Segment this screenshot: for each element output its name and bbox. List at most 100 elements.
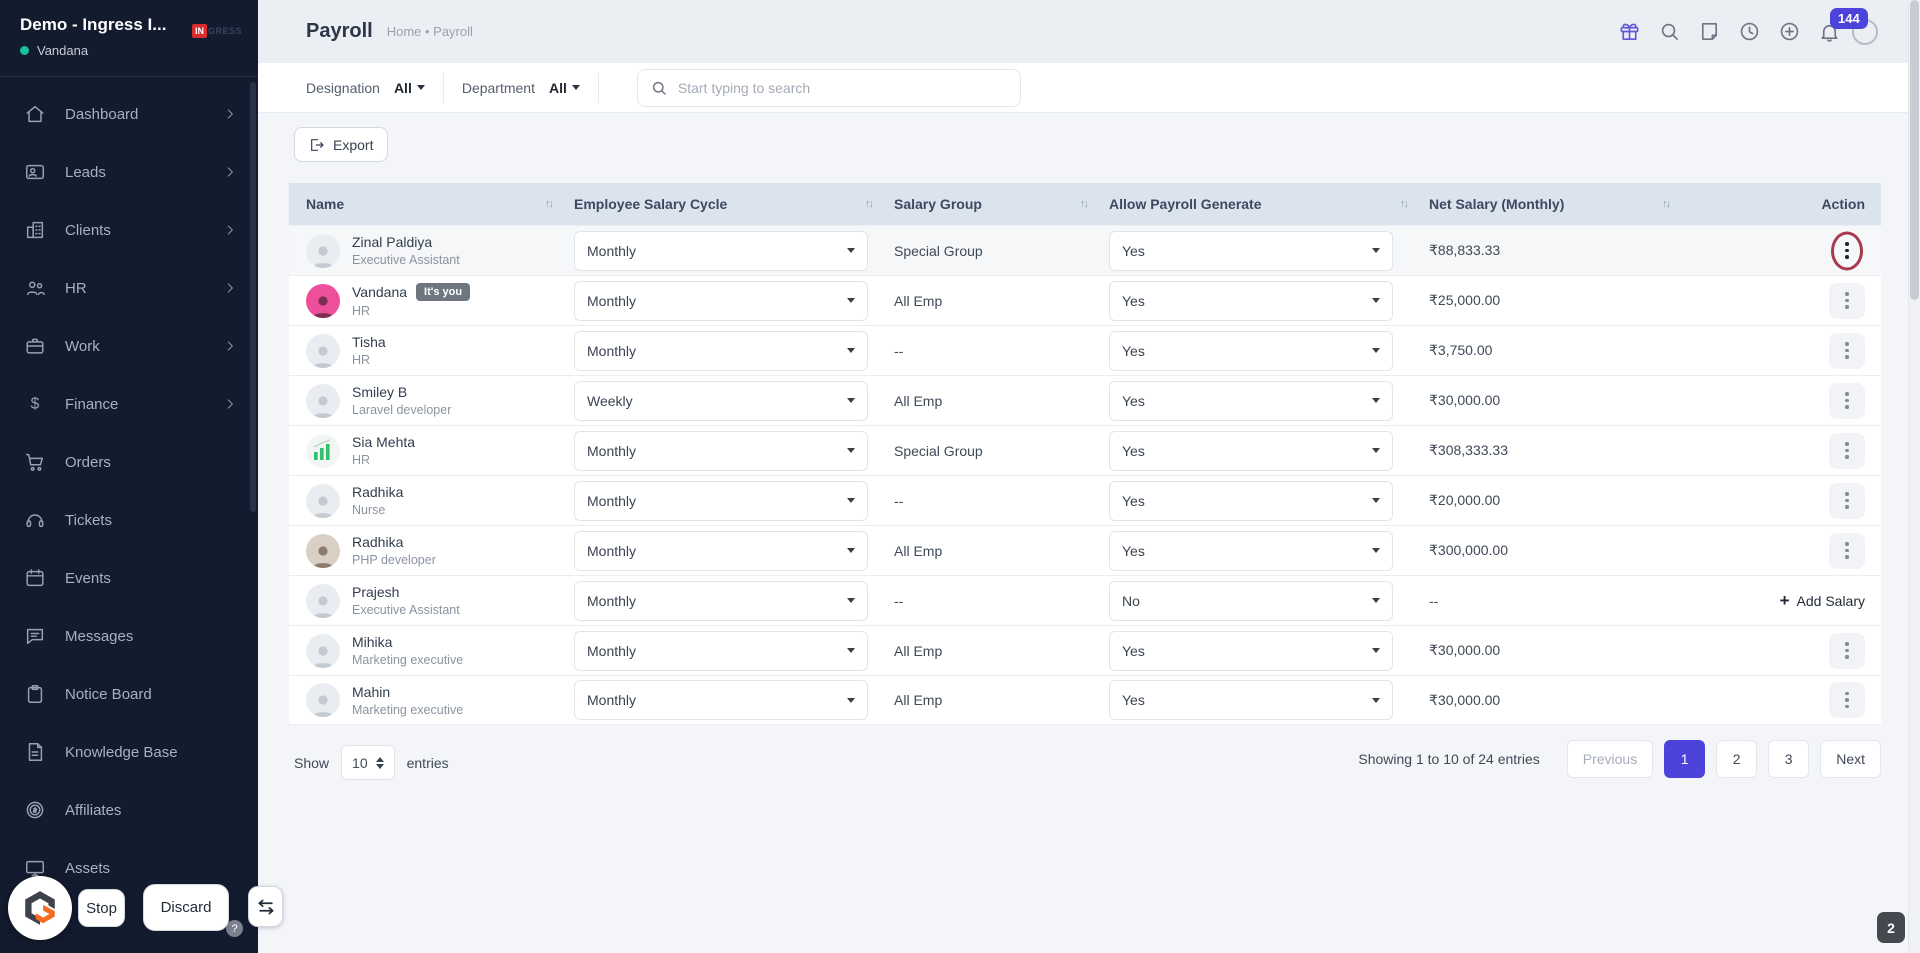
salary-cycle-select[interactable]: Monthly (574, 480, 868, 521)
header-icons: 144 (1618, 8, 1878, 45)
sidebar-item-notice-board[interactable]: Notice Board (0, 665, 258, 723)
department-dropdown[interactable]: All (549, 80, 580, 96)
allow-payroll-select[interactable]: Yes (1109, 530, 1393, 571)
row-actions-menu-icon[interactable] (1829, 382, 1865, 419)
salary-cycle-select[interactable]: Monthly (574, 280, 868, 321)
row-actions-menu-icon[interactable] (1829, 282, 1865, 319)
net-salary-value: ₹30,000.00 (1429, 392, 1501, 408)
row-actions-menu-icon[interactable] (1829, 482, 1865, 519)
sidebar-item-knowledge-base[interactable]: Knowledge Base (0, 723, 258, 781)
sidebar-scrollbar[interactable] (250, 82, 256, 512)
sidebar-item-finance[interactable]: $ Finance (0, 375, 258, 433)
allow-payroll-select[interactable]: Yes (1109, 480, 1393, 521)
chevron-down-icon (1372, 298, 1380, 303)
allow-payroll-value: Yes (1122, 642, 1145, 659)
sort-icon[interactable]: ↑↓ (1080, 198, 1089, 210)
sidebar-item-label: Dashboard (65, 105, 139, 123)
salary-cycle-select[interactable]: Monthly (574, 430, 868, 471)
salary-cycle-value: Monthly (587, 692, 637, 708)
online-status-dot (20, 46, 29, 55)
table-row: Mahin Marketing executive Monthly All Emp Ye… (289, 675, 1881, 725)
allow-payroll-select[interactable]: Yes (1109, 280, 1393, 321)
export-button[interactable]: Export (294, 127, 389, 162)
sidebar-item-tickets[interactable]: Tickets (0, 491, 258, 549)
sidebar-item-events[interactable]: Events (0, 549, 258, 607)
sort-icon[interactable]: ↑↓ (1662, 198, 1671, 210)
column-header-group[interactable]: Salary Group (894, 196, 982, 212)
allow-payroll-value: Yes (1122, 242, 1145, 259)
salary-cycle-value: Monthly (587, 342, 637, 359)
sort-icon[interactable]: ↑↓ (865, 198, 874, 210)
sidebar-item-label: Leads (65, 163, 106, 181)
sort-icon[interactable]: ↑↓ (545, 198, 554, 210)
page-scrollbar[interactable] (1908, 0, 1920, 953)
allow-payroll-select[interactable]: Yes (1109, 330, 1393, 371)
allow-payroll-select[interactable]: Yes (1109, 630, 1393, 671)
discard-button[interactable]: Discard (143, 884, 229, 931)
allow-payroll-select[interactable]: Yes (1109, 680, 1393, 720)
sidebar-item-leads[interactable]: Leads (0, 143, 258, 201)
row-actions-menu-icon[interactable] (1829, 231, 1865, 270)
allow-payroll-select[interactable]: Yes (1109, 230, 1393, 271)
salary-cycle-select[interactable]: Monthly (574, 530, 868, 571)
avatar (306, 333, 340, 368)
column-header-salary[interactable]: Net Salary (Monthly) (1429, 196, 1564, 212)
sidebar-item-dashboard[interactable]: Dashboard (0, 85, 258, 143)
row-actions-menu-icon[interactable] (1829, 332, 1865, 369)
salary-cycle-select[interactable]: Monthly (574, 230, 868, 271)
search-icon[interactable] (1658, 20, 1681, 43)
sidebar-item-clients[interactable]: Clients (0, 201, 258, 259)
column-header-name[interactable]: Name (306, 196, 344, 212)
note-icon[interactable] (1698, 20, 1721, 43)
page-button-1[interactable]: 1 (1664, 740, 1706, 778)
bell-icon[interactable]: 144 (1818, 8, 1868, 43)
avatar (306, 633, 340, 668)
next-page-button[interactable]: Next (1820, 740, 1881, 778)
salary-cycle-select[interactable]: Monthly (574, 330, 868, 371)
salary-cycle-select[interactable]: Monthly (574, 680, 868, 720)
stop-button[interactable]: Stop (78, 889, 125, 927)
previous-page-button[interactable]: Previous (1566, 740, 1654, 778)
sidebar-item-label: Clients (65, 221, 111, 239)
add-salary-button[interactable]: + Add Salary (1780, 592, 1865, 609)
salary-group-value: -- (894, 492, 904, 509)
search-input[interactable] (677, 79, 1008, 96)
designation-dropdown[interactable]: All (394, 80, 425, 96)
sort-icon[interactable]: ↑↓ (1400, 198, 1409, 210)
chevron-down-icon (847, 448, 855, 453)
allow-payroll-select[interactable]: Yes (1109, 380, 1393, 421)
plus-circle-icon[interactable] (1778, 20, 1801, 43)
clock-icon[interactable] (1738, 20, 1761, 43)
sidebar-item-work[interactable]: Work (0, 317, 258, 375)
sidebar-item-messages[interactable]: Messages (0, 607, 258, 665)
salary-cycle-value: Monthly (587, 592, 637, 609)
page-size-select[interactable]: 10 (341, 745, 395, 780)
row-actions-menu-icon[interactable] (1829, 632, 1865, 669)
department-label: Department (461, 79, 535, 96)
gift-icon[interactable] (1618, 20, 1641, 43)
allow-payroll-select[interactable]: No (1109, 580, 1393, 621)
row-actions-menu-icon[interactable] (1829, 532, 1865, 569)
sidebar-item-orders[interactable]: Orders (0, 433, 258, 491)
column-header-cycle[interactable]: Employee Salary Cycle (574, 196, 727, 212)
column-header-allow[interactable]: Allow Payroll Generate (1109, 196, 1262, 212)
help-icon[interactable]: ? (226, 920, 243, 937)
recorder-logo[interactable] (8, 876, 72, 940)
page-button-3[interactable]: 3 (1768, 740, 1810, 778)
row-actions-menu-icon[interactable] (1829, 682, 1865, 718)
notification-badge[interactable]: 144 (1830, 8, 1868, 29)
page-button-2[interactable]: 2 (1716, 740, 1758, 778)
sidebar-item-hr[interactable]: HR (0, 259, 258, 317)
avatar (306, 283, 340, 318)
allow-payroll-select[interactable]: Yes (1109, 430, 1393, 471)
salary-cycle-select[interactable]: Monthly (574, 630, 868, 671)
scrollbar-thumb[interactable] (1910, 0, 1919, 300)
sidebar-item-affiliates[interactable]: Affiliates (0, 781, 258, 839)
row-actions-menu-icon[interactable] (1829, 432, 1865, 469)
allow-payroll-value: Yes (1122, 292, 1145, 309)
corner-count-badge[interactable]: 2 (1877, 912, 1905, 943)
swap-button[interactable] (248, 886, 283, 927)
table-row: Radhika Nurse Monthly -- Yes ₹20,000.00 (289, 475, 1881, 525)
salary-cycle-select[interactable]: Monthly (574, 580, 868, 621)
salary-cycle-select[interactable]: Weekly (574, 380, 868, 421)
